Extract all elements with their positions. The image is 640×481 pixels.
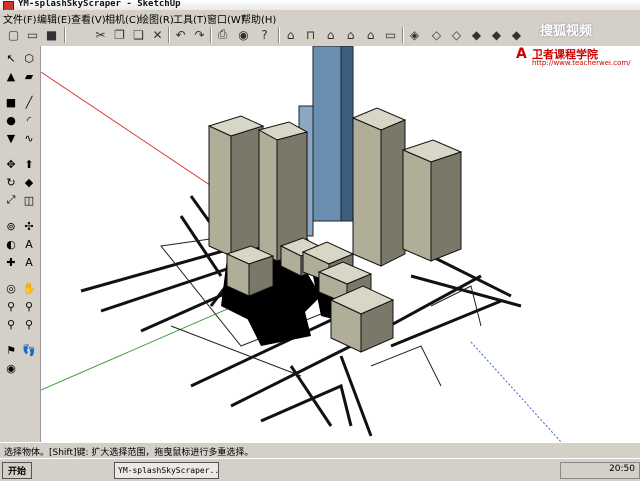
zoom-previous-icon[interactable]: ⚲ — [3, 316, 19, 332]
pan-icon[interactable]: ✋ — [21, 280, 37, 296]
help-icon[interactable]: ? — [256, 26, 273, 43]
front-view-icon[interactable]: ⌂ — [322, 26, 339, 43]
taskbar: 开始 YM-splashSkyScraper... 20:50 — [0, 458, 640, 481]
toolbar-separator — [402, 27, 404, 43]
protractor-icon[interactable]: ◐ — [3, 236, 19, 252]
toolbar-separator — [278, 27, 280, 43]
detail-line — [370, 345, 442, 387]
video-watermark: 搜狐视频 — [540, 24, 593, 39]
back-view-icon[interactable]: ⌂ — [362, 26, 379, 43]
left-view-icon[interactable]: ▭ — [382, 26, 399, 43]
building-face — [402, 149, 432, 262]
central-tower-side — [340, 46, 354, 222]
followme-icon[interactable]: ◆ — [21, 174, 37, 190]
blue-axis — [470, 341, 562, 442]
textured-icon[interactable]: ◆ — [488, 26, 505, 43]
dimension-icon[interactable]: ✣ — [21, 218, 37, 234]
axes-icon[interactable]: ✚ — [3, 254, 19, 270]
walk-icon[interactable]: ⚑ — [3, 342, 19, 358]
task-item-sketchup[interactable]: YM-splashSkyScraper... — [114, 462, 219, 479]
text-icon[interactable]: A — [21, 236, 37, 252]
model-info-icon[interactable]: ◉ — [235, 26, 252, 43]
rotate-icon[interactable]: ↻ — [3, 174, 19, 190]
shaded-icon[interactable]: ◆ — [468, 26, 485, 43]
xray-icon[interactable]: ◈ — [406, 26, 423, 43]
monochrome-icon[interactable]: ◆ — [508, 26, 525, 43]
start-button[interactable]: 开始 — [2, 462, 32, 479]
open-icon[interactable]: ▭ — [24, 26, 41, 43]
move-icon[interactable]: ✥ — [3, 156, 19, 172]
erase-icon[interactable]: ✕ — [149, 26, 166, 43]
copy-icon[interactable]: ❐ — [111, 26, 128, 43]
status-bar: 选择物体。[Shift]键: 扩大选择范围，拖曳鼠标进行多重选择。 — [0, 442, 640, 459]
wireframe-icon[interactable]: ◇ — [428, 26, 445, 43]
arc-icon[interactable]: ◜ — [21, 112, 37, 128]
zoom-icon[interactable]: ⚲ — [3, 298, 19, 314]
look-around-icon[interactable]: ◉ — [3, 360, 19, 376]
tape-icon[interactable]: ⊚ — [3, 218, 19, 234]
road-line — [260, 383, 353, 427]
zoom-window-icon[interactable]: ⚲ — [21, 298, 37, 314]
rectangle-icon[interactable]: ■ — [3, 94, 19, 110]
brand-mark-icon: A — [516, 46, 527, 62]
eraser-icon[interactable]: ▰ — [21, 68, 37, 84]
position-camera-icon[interactable]: 👣 — [21, 342, 37, 358]
road-line — [410, 274, 522, 308]
title-bar: YM-splashSkyScraper - SketchUp — [0, 0, 640, 11]
circle-icon[interactable]: ● — [3, 112, 19, 128]
clock: 20:50 — [609, 464, 635, 474]
toolbar-separator — [168, 27, 170, 43]
new-icon[interactable]: ▢ — [5, 26, 22, 43]
undo-icon[interactable]: ↶ — [172, 26, 189, 43]
building-face — [208, 125, 232, 257]
cut-icon[interactable]: ✂ — [92, 26, 109, 43]
hidden-line-icon[interactable]: ◇ — [448, 26, 465, 43]
component-icon[interactable]: ⬡ — [21, 50, 37, 66]
zoom-extents-icon[interactable]: ⚲ — [21, 316, 37, 332]
road-line — [430, 254, 512, 298]
system-tray: 20:50 — [560, 462, 640, 479]
line-icon[interactable]: ╱ — [21, 94, 37, 110]
save-icon[interactable]: ■ — [43, 26, 60, 43]
top-view-icon[interactable]: ⊓ — [302, 26, 319, 43]
building-face — [430, 151, 462, 262]
road-line — [289, 365, 333, 427]
brand-url: http://www.teacherwei.com/ — [532, 59, 631, 67]
road-line — [339, 355, 373, 437]
pushpull-icon[interactable]: ⬆ — [21, 156, 37, 172]
model-viewport[interactable] — [41, 46, 640, 442]
offset-icon[interactable]: ◫ — [21, 192, 37, 208]
paste-icon[interactable]: ❏ — [130, 26, 147, 43]
window-title: YM-splashSkyScraper - SketchUp — [18, 0, 181, 9]
toolbar-separator — [210, 27, 212, 43]
city-model — [41, 46, 562, 442]
brand-logo: A 卫者课程学院 http://www.teacherwei.com/ — [516, 46, 634, 68]
right-view-icon[interactable]: ⌂ — [342, 26, 359, 43]
3dtext-icon[interactable]: A — [21, 254, 37, 270]
building-face — [230, 125, 264, 257]
toolbar-separator — [64, 27, 66, 43]
status-text: 选择物体。[Shift]键: 扩大选择范围，拖曳鼠标进行多重选择。 — [4, 448, 254, 458]
redo-icon[interactable]: ↷ — [191, 26, 208, 43]
freehand-icon[interactable]: ∿ — [21, 130, 37, 146]
print-icon[interactable]: ⎙ — [214, 26, 231, 43]
left-toolbar: ↖ ⬡ ▲ ▰ ■ ╱ ● ◜ ▼ ∿ ✥ ⬆ ↻ ◆ ⤢ ◫ ⊚ ✣ ◐ A … — [0, 46, 41, 442]
select-icon[interactable]: ↖ — [3, 50, 19, 66]
orbit-icon[interactable]: ◎ — [3, 280, 19, 296]
paint-icon[interactable]: ▲ — [3, 68, 19, 84]
scale-icon[interactable]: ⤢ — [3, 192, 19, 208]
polygon-icon[interactable]: ▼ — [3, 130, 19, 146]
road-line — [390, 299, 502, 348]
central-tower — [312, 46, 342, 222]
building-face — [258, 129, 278, 262]
building-face — [380, 119, 406, 267]
house-icon[interactable]: ⌂ — [282, 26, 299, 43]
building-face — [352, 117, 382, 267]
